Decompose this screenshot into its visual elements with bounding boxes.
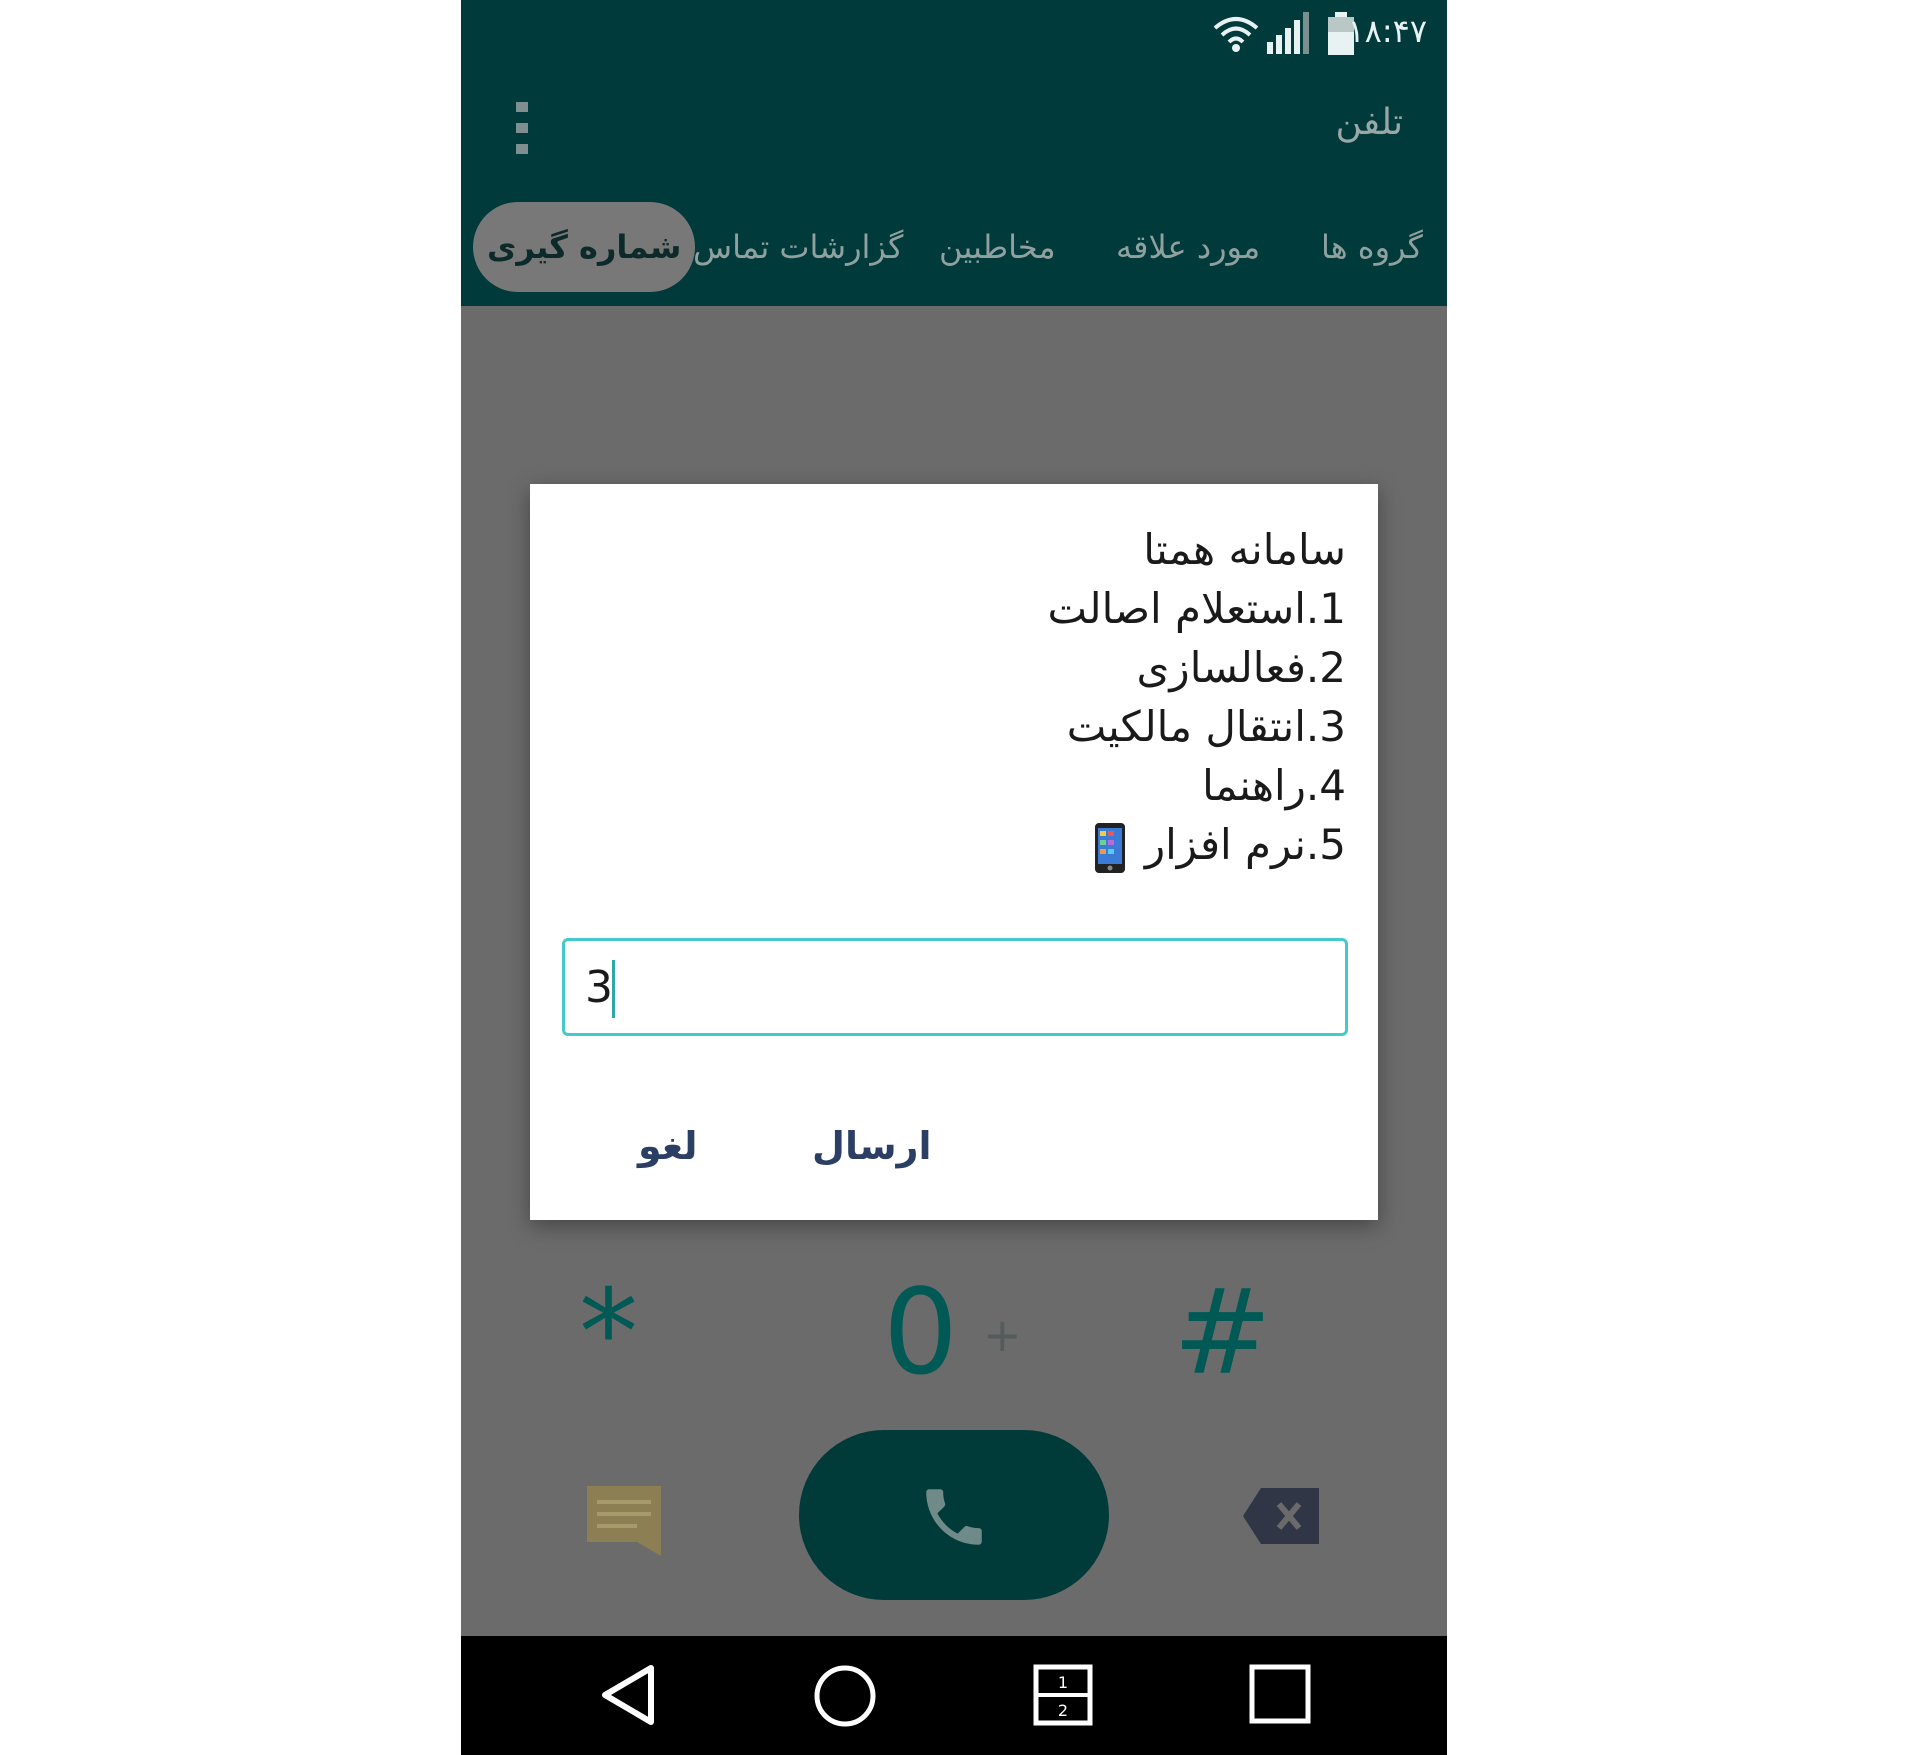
signal-icon xyxy=(1267,12,1309,54)
tab-bar: گروه ها مورد علاقه مخاطبین گزارشات تماس … xyxy=(461,202,1447,292)
app-bar: تلفن گروه ها مورد علاقه مخاطبین گزارشات … xyxy=(461,72,1447,306)
keypad-row: * 0 + # xyxy=(461,1262,1447,1402)
status-bar: ۱۸:۴۷ xyxy=(461,0,1447,72)
message-option: 5.نرم افزار xyxy=(1144,820,1346,869)
cancel-button[interactable]: لغو xyxy=(638,1124,698,1168)
message-title: سامانه همتا xyxy=(1143,525,1346,574)
dual-window-icon[interactable]: 1 2 xyxy=(1033,1664,1093,1726)
plus-label: + xyxy=(983,1308,1022,1362)
call-button[interactable] xyxy=(799,1430,1109,1600)
svg-text:1: 1 xyxy=(1058,1673,1068,1692)
tab-contacts[interactable]: مخاطبین xyxy=(939,202,1056,292)
more-vertical-icon[interactable] xyxy=(509,98,535,158)
message-option: 1.استعلام اصالت xyxy=(1047,584,1346,633)
app-title: تلفن xyxy=(1335,102,1403,143)
navigation-bar: 1 2 xyxy=(461,1636,1447,1755)
message-option: 3.انتقال مالکیت xyxy=(1066,702,1346,751)
message-option: 2.فعالسازی xyxy=(1136,643,1346,692)
tab-dialer[interactable]: شماره گیری xyxy=(473,202,696,292)
dialer-actions xyxy=(461,1430,1447,1600)
recents-icon[interactable] xyxy=(1249,1664,1311,1724)
key-hash[interactable]: # xyxy=(1173,1262,1272,1402)
mobile-phone-icon xyxy=(1095,822,1126,873)
send-button[interactable]: ارسال xyxy=(812,1124,932,1168)
tab-groups[interactable]: گروه ها xyxy=(1321,202,1423,292)
message-option-row: 5.نرم افزار xyxy=(1048,815,1346,874)
reply-input[interactable] xyxy=(562,938,1348,1036)
clock: ۱۸:۴۷ xyxy=(1347,12,1427,50)
phone-icon xyxy=(926,1489,982,1545)
back-icon[interactable] xyxy=(599,1664,657,1726)
message-icon[interactable] xyxy=(587,1486,661,1556)
key-star[interactable]: * xyxy=(579,1262,638,1402)
dialog-message: سامانه همتا 1.استعلام اصالت 2.فعالسازی 3… xyxy=(1048,520,1346,874)
home-icon[interactable] xyxy=(813,1664,877,1728)
svg-text:2: 2 xyxy=(1058,1701,1068,1720)
message-option: 4.راهنما xyxy=(1202,761,1346,810)
key-zero[interactable]: 0 xyxy=(883,1262,958,1402)
tab-favorites[interactable]: مورد علاقه xyxy=(1116,202,1260,292)
ussd-dialog: سامانه همتا 1.استعلام اصالت 2.فعالسازی 3… xyxy=(530,484,1378,1220)
backspace-icon[interactable] xyxy=(1243,1488,1319,1544)
text-cursor xyxy=(612,960,615,1018)
tab-call-logs[interactable]: گزارشات تماس xyxy=(693,202,903,292)
wifi-icon xyxy=(1213,17,1259,52)
